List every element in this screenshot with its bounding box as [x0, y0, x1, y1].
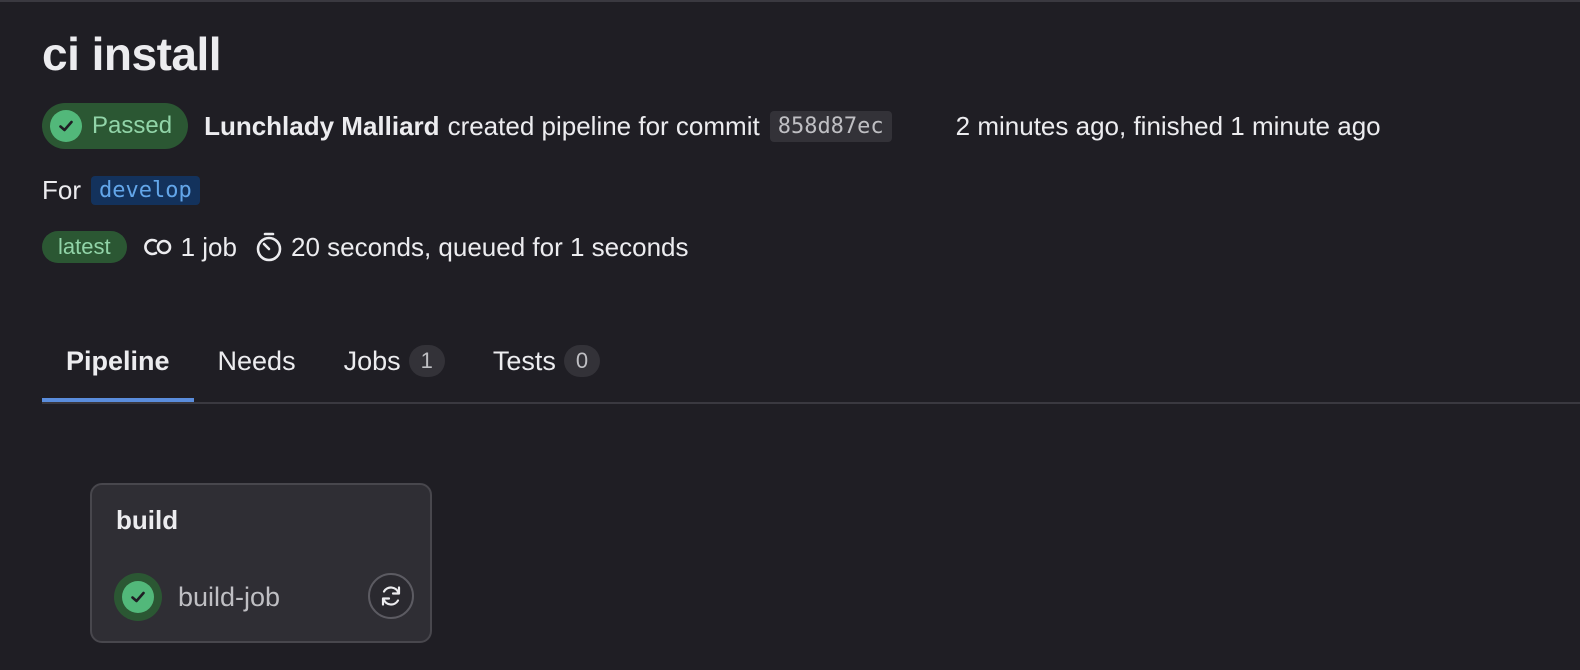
top-divider: [0, 0, 1580, 2]
job-item[interactable]: build-job: [114, 571, 414, 623]
tab-count-badge: 1: [408, 345, 445, 377]
check-circle-icon: [50, 110, 82, 142]
created-text: created pipeline for commit: [447, 110, 760, 141]
tab-label: Tests: [492, 345, 556, 376]
tab-label: Needs: [217, 345, 296, 376]
pipeline-meta: latest 1 job 20 seconds, queued for 1 se…: [42, 228, 689, 266]
retry-icon: [381, 586, 401, 606]
duration: 20 seconds, queued for 1 seconds: [253, 231, 689, 263]
latest-badge: latest: [42, 231, 127, 263]
jobs-count-text: 1 job: [180, 231, 237, 262]
jobs-count: 1 job: [143, 232, 237, 263]
pipeline-tabs: Pipeline Needs Jobs 1 Tests 0: [42, 326, 1580, 404]
tab-count-badge: 0: [563, 345, 601, 377]
tab-needs[interactable]: Needs: [194, 324, 320, 398]
ref-row: For develop: [42, 172, 200, 208]
tab-label: Pipeline: [66, 345, 170, 376]
stage-card-build: build build-job: [90, 483, 432, 643]
pipeline-jobs-icon: [143, 238, 171, 256]
pipeline-time: 2 minutes ago, finished 1 minute ago: [955, 110, 1381, 141]
for-label: For: [42, 174, 81, 205]
status-badge[interactable]: Passed: [42, 103, 189, 149]
author-link[interactable]: Lunchlady Malliard: [204, 111, 440, 142]
pipeline-header: Passed Lunchlady Malliard created pipeli…: [42, 102, 1381, 150]
job-status: [114, 573, 162, 621]
timer-icon: [256, 232, 282, 262]
check-circle-icon: [122, 581, 154, 613]
duration-text: 20 seconds, queued for 1 seconds: [290, 231, 689, 262]
tab-pipeline[interactable]: Pipeline: [42, 324, 194, 402]
retry-button[interactable]: [368, 573, 414, 619]
stage-title: build: [116, 505, 179, 535]
tab-jobs[interactable]: Jobs 1: [320, 324, 469, 398]
branch-link[interactable]: develop: [91, 175, 200, 205]
status-label: Passed: [92, 112, 173, 139]
page-title: ci install: [42, 28, 222, 80]
commit-sha-link[interactable]: 858d87ec: [769, 110, 892, 142]
tab-tests[interactable]: Tests 0: [469, 324, 624, 398]
job-name[interactable]: build-job: [178, 582, 280, 613]
tab-label: Jobs: [343, 345, 401, 376]
